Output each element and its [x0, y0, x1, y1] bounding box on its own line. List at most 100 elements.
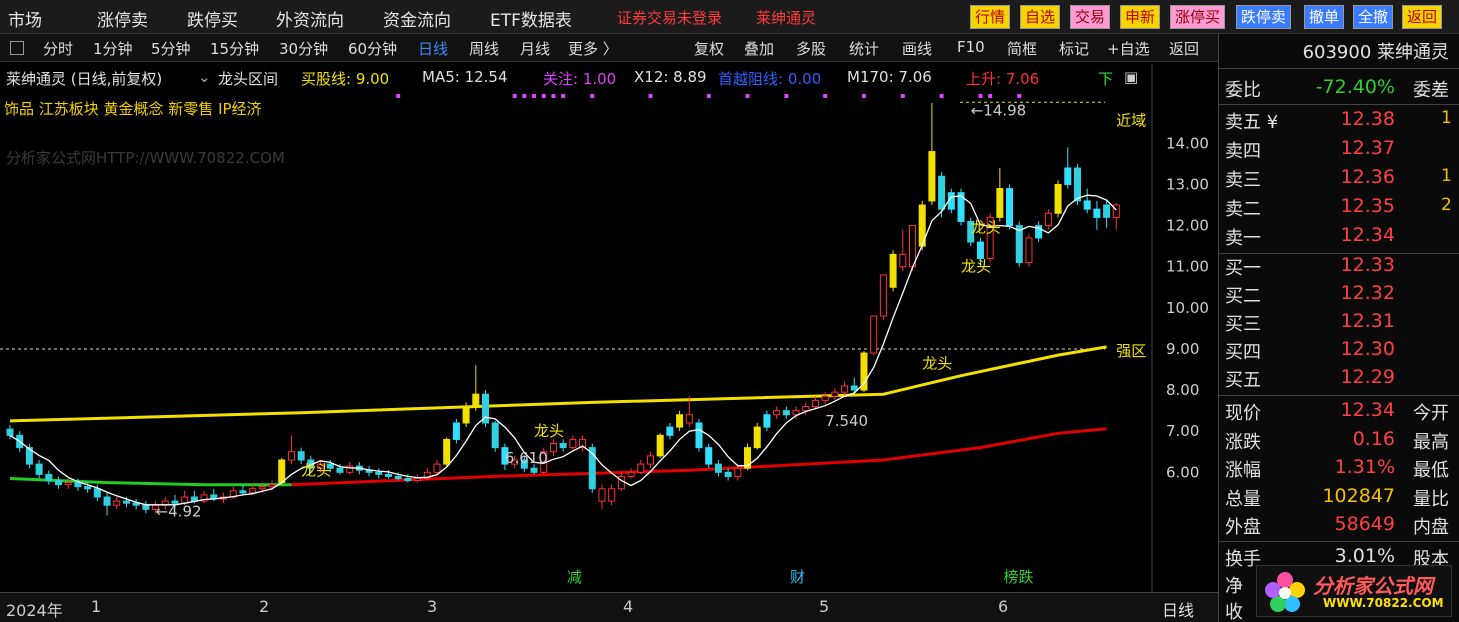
period-tab-7[interactable]: 周线	[469, 38, 499, 59]
quick-button-0[interactable]: 行情	[970, 5, 1011, 29]
candle-body-25[interactable]	[249, 488, 257, 494]
toolbar-action-9[interactable]: 返回	[1169, 38, 1199, 59]
candle-body-84[interactable]	[821, 395, 829, 401]
candle-body-26[interactable]	[258, 486, 266, 490]
candle-body-54[interactable]	[530, 467, 538, 473]
candle-body-45[interactable]	[443, 438, 451, 465]
candle-body-48[interactable]	[472, 393, 480, 408]
candle-body-88[interactable]	[860, 352, 868, 391]
candle-body-71[interactable]	[695, 422, 703, 449]
candle-body-69[interactable]	[676, 414, 684, 428]
candle-body-56[interactable]	[549, 443, 557, 453]
period-tab-9[interactable]: 更多 〉	[568, 38, 618, 59]
event-marker-0[interactable]: 减	[567, 568, 582, 586]
menu-limit-down-buy[interactable]: 跌停买	[187, 6, 238, 31]
quick-button-5[interactable]: 跌停卖	[1236, 5, 1292, 29]
candle-body-62[interactable]	[608, 488, 616, 502]
period-tab-2[interactable]: 5分钟	[151, 38, 191, 59]
candle-body-78[interactable]	[763, 414, 771, 428]
buy-level-price-2[interactable]: 12.31	[1341, 310, 1395, 332]
candle-body-38[interactable]	[375, 471, 383, 475]
candle-body-68[interactable]	[666, 426, 674, 436]
candle-body-80[interactable]	[782, 410, 790, 416]
period-tab-3[interactable]: 15分钟	[210, 38, 259, 59]
candle-body-46[interactable]	[452, 422, 460, 440]
period-tab-4[interactable]: 30分钟	[279, 38, 328, 59]
candle-body-82[interactable]	[802, 406, 810, 412]
layout-toggle-icon[interactable]	[10, 41, 24, 55]
candle-body-64[interactable]	[627, 471, 635, 477]
candle-body-102[interactable]	[996, 188, 1004, 218]
toolbar-action-1[interactable]: 叠加	[744, 38, 774, 59]
candle-body-96[interactable]	[938, 175, 946, 210]
candle-body-112[interactable]	[1093, 208, 1101, 218]
candle-body-12[interactable]	[122, 500, 130, 504]
candle-body-113[interactable]	[1103, 204, 1111, 218]
candle-body-92[interactable]	[899, 253, 907, 268]
candle-body-89[interactable]	[870, 315, 878, 354]
toolbar-action-7[interactable]: 标记	[1059, 38, 1089, 59]
event-marker-2[interactable]: 榜跌	[1004, 568, 1034, 586]
candle-body-40[interactable]	[394, 475, 402, 479]
candle-body-28[interactable]	[278, 459, 286, 484]
toolbar-action-6[interactable]: 简框	[1007, 38, 1037, 59]
candle-body-79[interactable]	[773, 410, 781, 416]
candle-body-114[interactable]	[1112, 204, 1120, 218]
candle-body-29[interactable]	[287, 451, 295, 461]
quick-button-1[interactable]: 自选	[1020, 5, 1061, 29]
candle-body-109[interactable]	[1064, 167, 1072, 185]
candle-body-39[interactable]	[384, 473, 392, 477]
quick-button-8[interactable]: 返回	[1402, 5, 1443, 29]
candle-body-58[interactable]	[569, 438, 577, 449]
toolbar-action-3[interactable]: 统计	[849, 38, 879, 59]
candle-body-72[interactable]	[705, 447, 713, 465]
candle-body-44[interactable]	[433, 463, 441, 473]
candle-body-47[interactable]	[462, 406, 470, 424]
candle-body-86[interactable]	[841, 385, 849, 393]
candle-body-105[interactable]	[1025, 237, 1033, 264]
candle-body-11[interactable]	[113, 500, 121, 506]
candle-body-67[interactable]	[656, 434, 664, 457]
candle-body-3[interactable]	[35, 463, 43, 475]
candle-body-7[interactable]	[74, 482, 82, 488]
candle-body-65[interactable]	[637, 463, 645, 473]
candle-body-85[interactable]	[831, 391, 839, 397]
quick-button-7[interactable]: 全撤	[1353, 5, 1394, 29]
period-tab-5[interactable]: 60分钟	[348, 38, 397, 59]
candle-body-70[interactable]	[685, 414, 693, 424]
candle-body-93[interactable]	[908, 225, 917, 268]
buy-level-price-1[interactable]: 12.32	[1341, 282, 1395, 304]
candle-body-108[interactable]	[1054, 183, 1062, 214]
toolbar-action-4[interactable]: 画线	[902, 38, 932, 59]
period-tab-0[interactable]: 分时	[43, 38, 73, 59]
candle-body-66[interactable]	[646, 455, 654, 465]
period-tab-1[interactable]: 1分钟	[93, 38, 133, 59]
candle-body-6[interactable]	[64, 482, 72, 486]
candle-body-61[interactable]	[598, 488, 606, 502]
candle-body-95[interactable]	[928, 151, 936, 202]
candle-body-42[interactable]	[414, 477, 422, 482]
candle-body-5[interactable]	[55, 480, 63, 486]
quick-button-6[interactable]: 撤单	[1304, 5, 1345, 29]
candle-body-24[interactable]	[239, 490, 247, 494]
candle-body-110[interactable]	[1073, 167, 1081, 202]
candle-body-73[interactable]	[714, 463, 722, 473]
toolbar-action-0[interactable]: 复权	[694, 38, 724, 59]
menu-etf-table[interactable]: ETF数据表	[490, 6, 572, 31]
candle-body-77[interactable]	[753, 426, 761, 449]
candle-body-50[interactable]	[491, 422, 499, 449]
quick-button-3[interactable]: 申新	[1120, 5, 1161, 29]
menu-limit-up-sell[interactable]: 涨停卖	[97, 6, 148, 31]
toolbar-action-2[interactable]: 多股	[796, 38, 826, 59]
event-marker-1[interactable]: 财	[790, 568, 805, 586]
candle-body-75[interactable]	[734, 467, 742, 477]
sell-level-price-2[interactable]: 12.36	[1341, 166, 1395, 188]
candle-body-41[interactable]	[404, 477, 412, 482]
candle-body-111[interactable]	[1083, 200, 1091, 210]
candlestick-chart[interactable]: 14.00 13.00 12.00 11.00 10.00 9.00 8.00 7.00 6.0…	[0, 64, 1218, 592]
sell-level-price-4[interactable]: 12.34	[1341, 224, 1395, 246]
candle-body-14[interactable]	[142, 504, 150, 510]
toolbar-action-8[interactable]: +自选	[1107, 38, 1150, 59]
menu-foreign-flow[interactable]: 外资流向	[276, 6, 344, 31]
sell-level-price-1[interactable]: 12.37	[1341, 137, 1395, 159]
